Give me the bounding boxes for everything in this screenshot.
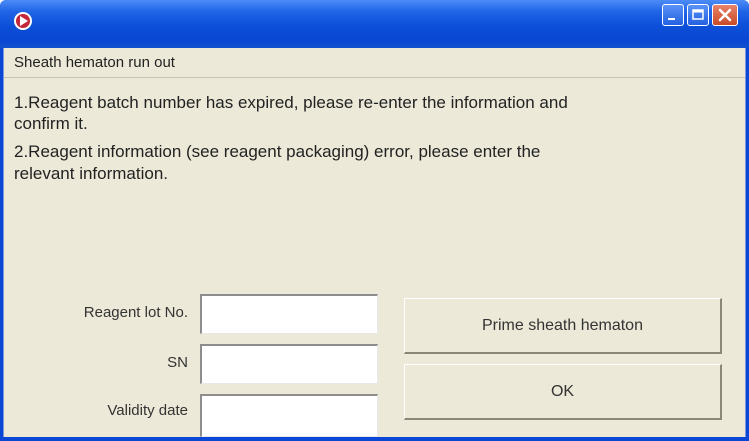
minimize-button[interactable] xyxy=(662,4,684,26)
validity-date-input[interactable] xyxy=(200,394,378,437)
sn-input[interactable] xyxy=(200,344,378,384)
reagent-lot-input[interactable] xyxy=(200,294,378,334)
reagent-lot-label: Reagent lot No. xyxy=(83,304,188,321)
maximize-icon xyxy=(692,9,704,20)
message-line-3: 2.Reagent information (see reagent packa… xyxy=(14,142,541,161)
message-panel: 1.Reagent batch number has expired, plea… xyxy=(4,78,745,278)
validity-date-label: Validity date xyxy=(107,402,188,419)
close-button[interactable] xyxy=(712,4,738,26)
app-icon[interactable] xyxy=(12,10,34,32)
dialog-window: Sheath hematon run out 1.Reagent batch n… xyxy=(0,0,749,441)
minimize-icon xyxy=(668,18,675,20)
sn-label: SN xyxy=(167,354,188,371)
maximize-button[interactable] xyxy=(687,4,709,26)
status-bar: Sheath hematon run out xyxy=(4,48,745,78)
close-icon xyxy=(718,8,732,22)
window-bottom-edge xyxy=(0,437,749,441)
message-line-1: 1.Reagent batch number has expired, plea… xyxy=(14,93,568,112)
title-bar[interactable] xyxy=(0,0,749,48)
message-line-4: relevant information. xyxy=(14,164,169,183)
message-line-2: confirm it. xyxy=(14,114,88,133)
prime-sheath-button[interactable]: Prime sheath hematon xyxy=(404,298,722,354)
status-text: Sheath hematon run out xyxy=(14,54,175,71)
ok-button[interactable]: OK xyxy=(404,364,722,420)
